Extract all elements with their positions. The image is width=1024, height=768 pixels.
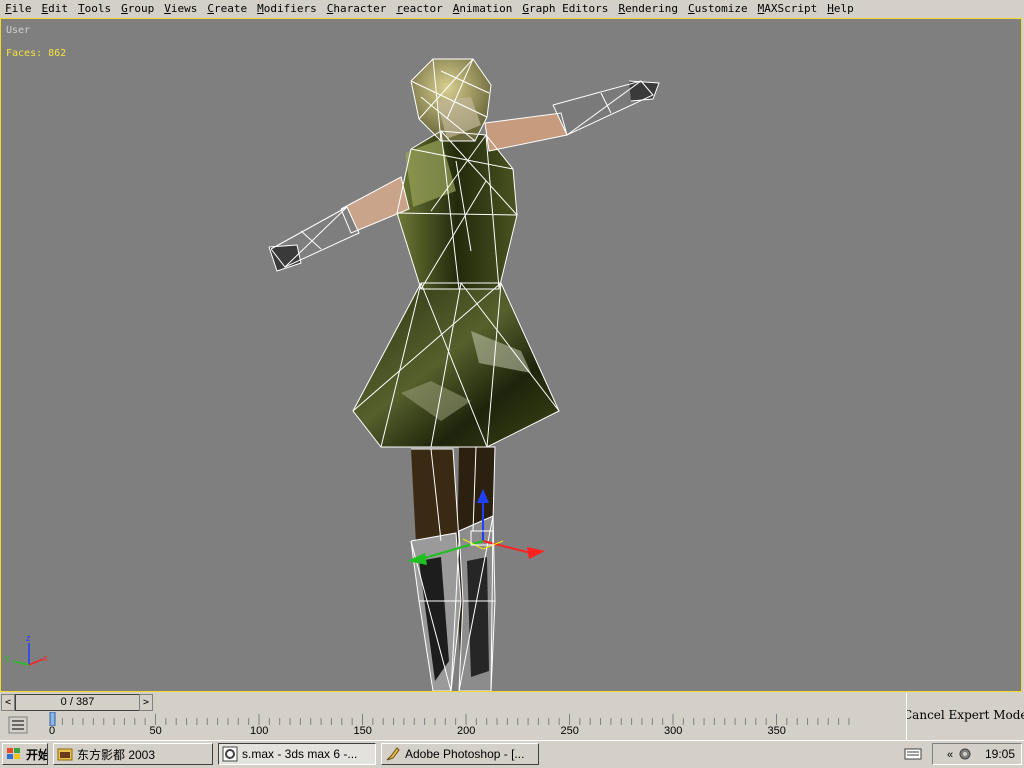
menu-maxscript[interactable]: MAXScript — [753, 0, 823, 18]
axis-tripod-icon: z x y — [5, 633, 48, 666]
track-ticks — [49, 711, 850, 727]
menu-tools[interactable]: Tools — [73, 0, 116, 18]
windows-logo-icon — [7, 748, 20, 759]
menu-help[interactable]: Help — [822, 0, 859, 18]
taskbar-item-label: Adobe Photoshop - [... — [405, 747, 525, 761]
photoshop-icon — [386, 747, 400, 761]
system-tray: « 19:05 — [932, 743, 1022, 765]
menu-edit[interactable]: Edit — [37, 0, 74, 18]
cancel-expert-mode-button[interactable]: Cancel Expert Mode — [907, 708, 1024, 722]
current-frame-marker — [49, 711, 56, 727]
menu-graph-editors[interactable]: Graph Editors — [517, 0, 613, 18]
start-label: 开始 — [26, 747, 48, 762]
menu-views[interactable]: Views — [159, 0, 202, 18]
svg-text:z: z — [26, 633, 31, 643]
svg-text:«: « — [947, 749, 953, 761]
menu-create[interactable]: Create — [202, 0, 252, 18]
menu-rendering[interactable]: Rendering — [613, 0, 683, 18]
svg-text:y: y — [5, 653, 10, 663]
track-view-icon[interactable] — [8, 716, 28, 734]
keyboard-icon[interactable] — [904, 747, 922, 761]
time-slider[interactable]: 0 / 387 — [15, 694, 140, 711]
clock[interactable]: 19:05 — [985, 747, 1015, 761]
menu-group[interactable]: Group — [116, 0, 159, 18]
folder-icon — [57, 748, 73, 761]
tick-label: 150 — [353, 725, 372, 737]
tick-label: 100 — [250, 725, 269, 737]
track-bar[interactable]: 0 50 100 150 200 250 300 350 — [46, 711, 906, 740]
character-model[interactable]: z x y — [1, 19, 1022, 692]
tick-label: 50 — [149, 725, 162, 737]
3dsmax-icon — [222, 746, 238, 762]
menu-bar: File Edit Tools Group Views Create Modifiers Ch… — [0, 0, 1024, 18]
tick-label: 300 — [664, 725, 683, 737]
tick-label: 350 — [767, 725, 786, 737]
next-frame-button[interactable]: > — [139, 694, 153, 711]
menu-modifiers[interactable]: Modifiers — [252, 0, 322, 18]
taskbar-item-photoshop[interactable]: Adobe Photoshop - [... — [381, 743, 539, 765]
expert-mode-panel: Cancel Expert Mode — [906, 693, 1024, 740]
tick-label: 250 — [560, 725, 579, 737]
prev-frame-button[interactable]: < — [1, 694, 15, 711]
menu-customize[interactable]: Customize — [683, 0, 753, 18]
menu-animation[interactable]: Animation — [448, 0, 518, 18]
start-button[interactable]: 开始 — [2, 743, 48, 765]
tick-label: 0 — [49, 725, 56, 737]
tick-label: 200 — [457, 725, 476, 737]
menu-character[interactable]: Character — [322, 0, 392, 18]
viewport-user[interactable]: User Faces: 862 z x y — [0, 18, 1022, 692]
taskbar-item-label: 东方影都 2003 — [77, 747, 156, 762]
taskbar-item-label: s.max - 3ds max 6 -... — [242, 747, 358, 761]
track-bar-row: 0 50 100 150 200 250 300 350 — [0, 711, 906, 740]
menu-file[interactable]: File — [0, 0, 37, 18]
taskbar-item-3dsmax[interactable]: s.max - 3ds max 6 -... — [218, 743, 376, 765]
taskbar: 开始 东方影都 2003 s.max - 3ds max 6 -... Adob… — [0, 740, 1024, 768]
svg-text:x: x — [43, 653, 48, 663]
taskbar-item-folder[interactable]: 东方影都 2003 — [53, 743, 213, 765]
tray-icons[interactable]: « — [947, 747, 977, 761]
menu-reactor[interactable]: reactor — [391, 0, 447, 18]
time-slider-row: < 0 / 387 > — [0, 693, 906, 711]
